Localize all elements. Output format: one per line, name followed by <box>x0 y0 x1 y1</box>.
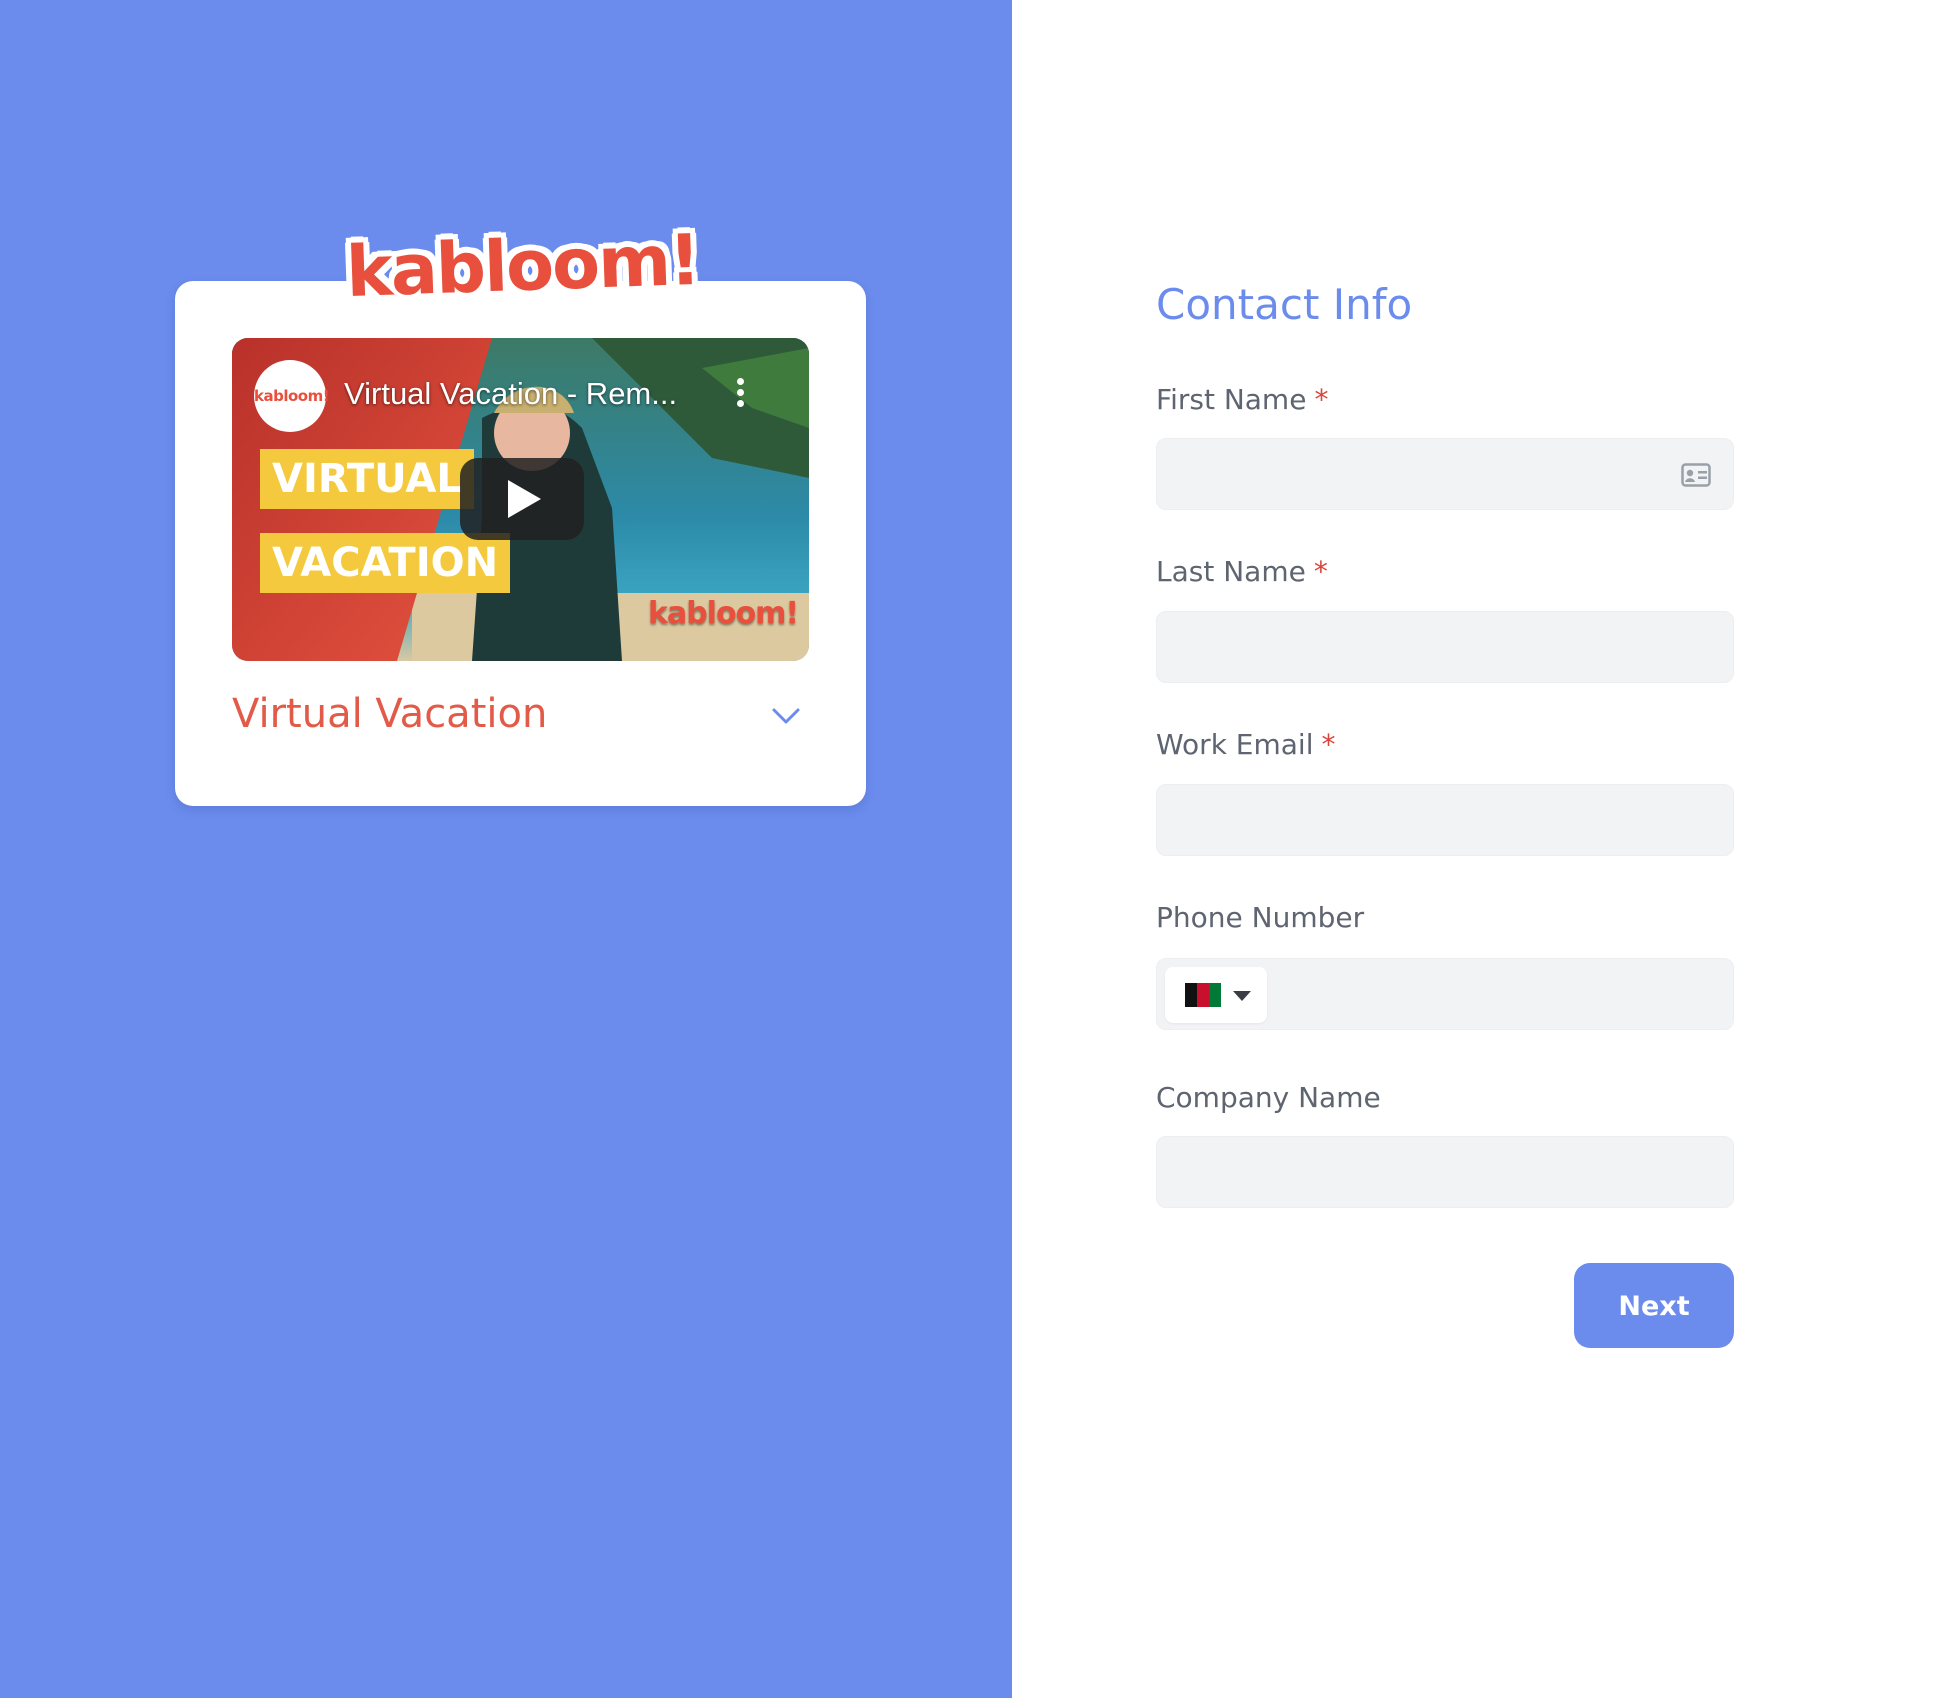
experience-card: kabloom! Virtual Vacation - Rem... VIRTU… <box>175 281 866 806</box>
phone-number-label-text: Phone Number <box>1156 901 1365 934</box>
chevron-down-icon[interactable] <box>771 707 801 725</box>
work-email-label-text: Work Email <box>1156 728 1314 761</box>
video-player[interactable]: kabloom! Virtual Vacation - Rem... VIRTU… <box>232 338 809 661</box>
contact-card-icon[interactable] <box>1681 463 1711 487</box>
work-email-label: Work Email * <box>1156 728 1336 761</box>
phone-number-input[interactable] <box>1156 958 1734 1030</box>
kabloom-logo: kabloom! <box>345 218 701 318</box>
required-mark: * <box>1321 728 1336 761</box>
required-mark: * <box>1313 555 1328 588</box>
work-email-input[interactable] <box>1156 784 1734 856</box>
first-name-input[interactable] <box>1156 438 1734 510</box>
video-overlay-text-2: VACATION <box>260 533 511 593</box>
caret-down-icon <box>1233 991 1251 1001</box>
play-button[interactable] <box>460 458 584 540</box>
first-name-label-text: First Name <box>1156 383 1307 416</box>
more-vertical-icon[interactable] <box>734 378 746 410</box>
left-panel: kabloom! kabloom! Virtual Vacation - Rem… <box>0 0 1012 1698</box>
company-name-label-text: Company Name <box>1156 1081 1381 1114</box>
video-title[interactable]: Virtual Vacation - Rem... <box>344 376 724 412</box>
experience-title: Virtual Vacation <box>232 691 548 737</box>
next-button[interactable]: Next <box>1574 1263 1734 1348</box>
logo-text: kabloom! <box>344 218 701 314</box>
last-name-input[interactable] <box>1156 611 1734 683</box>
company-name-label: Company Name <box>1156 1081 1381 1114</box>
play-icon <box>508 480 541 518</box>
last-name-label: Last Name * <box>1156 555 1328 588</box>
company-name-input[interactable] <box>1156 1136 1734 1208</box>
required-mark: * <box>1314 383 1329 416</box>
afghanistan-flag-icon <box>1185 983 1221 1007</box>
channel-avatar[interactable]: kabloom! <box>254 360 330 432</box>
country-code-select[interactable] <box>1165 967 1267 1023</box>
form-title: Contact Info <box>1156 280 1413 329</box>
last-name-label-text: Last Name <box>1156 555 1306 588</box>
phone-number-label: Phone Number <box>1156 901 1364 934</box>
first-name-label: First Name * <box>1156 383 1328 416</box>
video-overlay-text-1: VIRTUAL <box>260 449 474 509</box>
video-watermark: kabloom! <box>648 596 799 631</box>
